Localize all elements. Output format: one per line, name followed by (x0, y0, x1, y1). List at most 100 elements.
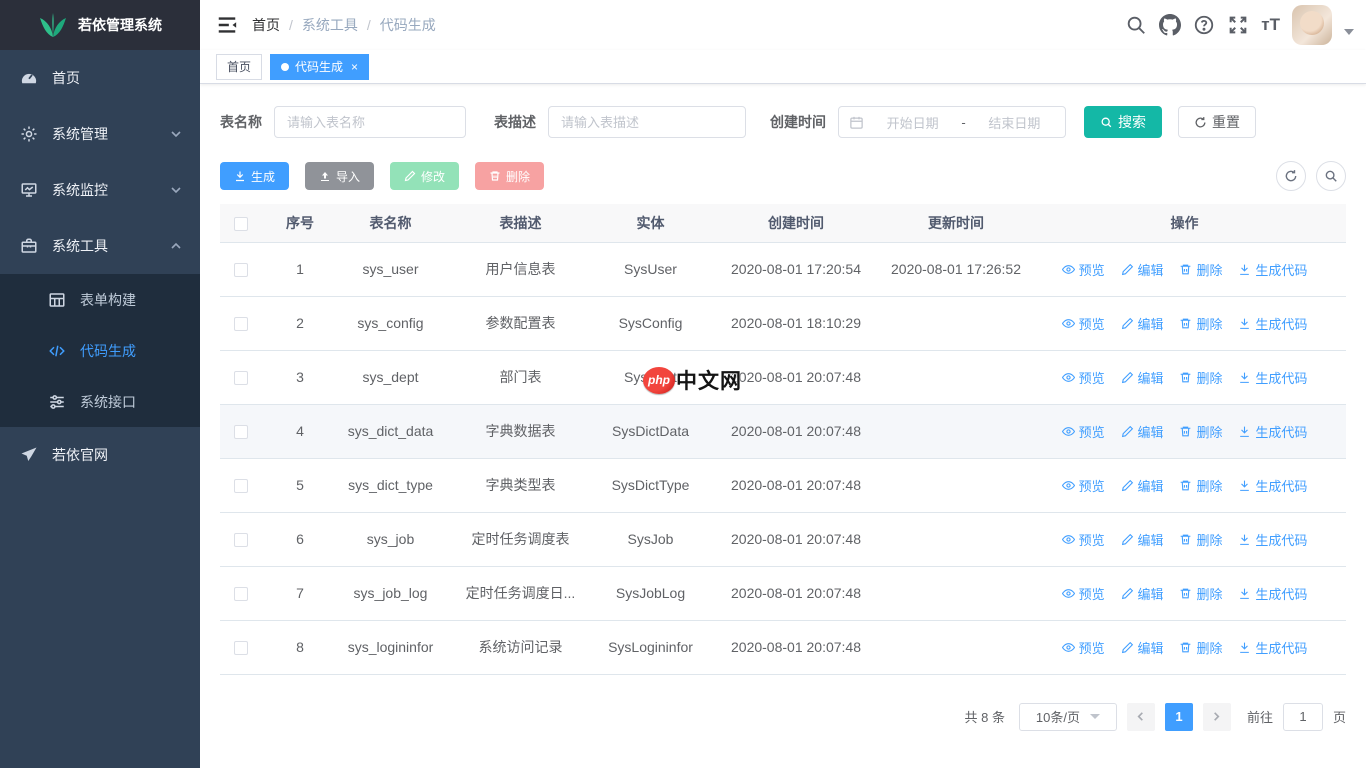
generate-button[interactable]: 生成 (220, 162, 290, 190)
edit-link[interactable]: 编辑 (1121, 476, 1164, 495)
gencode-link[interactable]: 生成代码 (1238, 638, 1307, 657)
question-icon[interactable] (1193, 14, 1215, 36)
table-row: 8 sys_logininfor 系统访问记录 SysLogininfor 20… (220, 620, 1346, 675)
cell-entity: SysJobLog (598, 566, 703, 621)
preview-link[interactable]: 预览 (1061, 584, 1105, 603)
table-name-input[interactable] (274, 106, 466, 138)
page-number-button[interactable]: 1 (1164, 702, 1193, 731)
sidebar-item-system-monitor[interactable]: 系统监控 (0, 162, 200, 218)
refresh-icon[interactable] (1276, 161, 1306, 191)
gencode-link[interactable]: 生成代码 (1238, 476, 1307, 495)
row-checkbox[interactable] (234, 425, 248, 440)
row-checkbox[interactable] (234, 317, 248, 332)
fullscreen-icon[interactable] (1227, 14, 1249, 36)
gencode-link[interactable]: 生成代码 (1238, 584, 1307, 603)
delete-link[interactable]: 删除 (1179, 638, 1222, 657)
prev-page-button[interactable] (1126, 702, 1155, 731)
goto-page-input[interactable] (1282, 702, 1323, 731)
cell-index: 7 (262, 566, 338, 621)
delete-link[interactable]: 删除 (1179, 530, 1222, 549)
preview-link[interactable]: 预览 (1061, 260, 1105, 279)
cell-comment: 用户信息表 (443, 242, 598, 297)
edit-link[interactable]: 编辑 (1121, 638, 1164, 657)
sidebar-item-form-builder[interactable]: 表单构建 (0, 274, 200, 325)
gencode-link[interactable]: 生成代码 (1238, 260, 1307, 279)
preview-link[interactable]: 预览 (1061, 368, 1105, 387)
import-button[interactable]: 导入 (305, 162, 375, 190)
sidebar-item-code-generate[interactable]: 代码生成 (0, 325, 200, 376)
cell-create-time: 2020-08-01 17:20:54 (703, 242, 889, 297)
delete-link[interactable]: 删除 (1179, 422, 1222, 441)
row-checkbox[interactable] (234, 263, 248, 278)
tab-home[interactable]: 首页 (216, 53, 263, 80)
edit-link[interactable]: 编辑 (1121, 422, 1164, 441)
page-size-select[interactable]: 10条/页 (1018, 702, 1117, 731)
avatar[interactable] (1292, 5, 1332, 45)
breadcrumb-home[interactable]: 首页 (252, 15, 280, 35)
tab-code-generate[interactable]: 代码生成 × (270, 53, 370, 80)
edit-link[interactable]: 编辑 (1121, 530, 1164, 549)
cell-name: sys_dict_type (338, 458, 443, 513)
row-checkbox[interactable] (234, 371, 248, 386)
col-entity: 实体 (598, 204, 703, 243)
end-date-placeholder[interactable]: 结束日期 (974, 113, 1055, 132)
cell-index: 5 (262, 458, 338, 513)
cell-index: 1 (262, 242, 338, 297)
delete-link[interactable]: 删除 (1179, 368, 1222, 387)
cell-create-time: 2020-08-01 20:07:48 (703, 350, 889, 405)
close-icon[interactable]: × (351, 61, 358, 73)
chevron-up-icon (170, 240, 182, 252)
gencode-link[interactable]: 生成代码 (1238, 368, 1307, 387)
sidebar-item-home[interactable]: 首页 (0, 50, 200, 106)
gencode-link[interactable]: 生成代码 (1238, 422, 1307, 441)
goto-label: 前往 (1246, 710, 1273, 725)
delete-link[interactable]: 删除 (1179, 314, 1222, 333)
preview-link[interactable]: 预览 (1061, 314, 1105, 333)
date-range-picker[interactable]: 开始日期 - 结束日期 (838, 106, 1066, 138)
next-page-button[interactable] (1202, 702, 1231, 731)
sidebar-item-system-tools[interactable]: 系统工具 (0, 218, 200, 274)
caret-down-icon[interactable] (1344, 29, 1354, 35)
preview-link[interactable]: 预览 (1061, 476, 1105, 495)
gencode-link[interactable]: 生成代码 (1238, 314, 1307, 333)
cell-index: 8 (262, 620, 338, 675)
edit-link[interactable]: 编辑 (1121, 368, 1164, 387)
column-search-icon[interactable] (1316, 161, 1346, 191)
preview-link[interactable]: 预览 (1061, 422, 1105, 441)
table-tool-icons (1276, 161, 1346, 191)
row-checkbox[interactable] (234, 587, 248, 602)
table-comment-input[interactable] (548, 106, 746, 138)
search-button[interactable]: 搜索 (1084, 106, 1162, 138)
preview-link[interactable]: 预览 (1061, 530, 1105, 549)
col-create-time: 创建时间 (703, 204, 889, 243)
active-dot-icon (281, 62, 290, 71)
row-checkbox[interactable] (234, 479, 248, 494)
edit-link[interactable]: 编辑 (1121, 260, 1164, 279)
row-checkbox[interactable] (234, 641, 248, 656)
search-icon[interactable] (1125, 14, 1147, 36)
sidebar-collapse-icon[interactable] (216, 14, 238, 36)
row-checkbox[interactable] (234, 533, 248, 548)
sidebar-item-system-manage[interactable]: 系统管理 (0, 106, 200, 162)
delete-link[interactable]: 删除 (1179, 584, 1222, 603)
table-row: 6 sys_job 定时任务调度表 SysJob 2020-08-01 20:0… (220, 512, 1346, 567)
delete-link[interactable]: 删除 (1179, 260, 1222, 279)
delete-button-disabled[interactable]: 删除 (475, 162, 545, 190)
preview-link[interactable]: 预览 (1061, 638, 1105, 657)
logo-bar[interactable]: 若依管理系统 (0, 0, 200, 50)
sidebar-item-system-api[interactable]: 系统接口 (0, 376, 200, 427)
delete-link[interactable]: 删除 (1179, 476, 1222, 495)
edit-button-disabled[interactable]: 修改 (390, 162, 460, 190)
select-all-checkbox[interactable] (234, 216, 248, 231)
app-title: 若依管理系统 (78, 17, 162, 33)
reset-button[interactable]: 重置 (1178, 106, 1256, 138)
edit-link[interactable]: 编辑 (1121, 584, 1164, 603)
edit-link[interactable]: 编辑 (1121, 314, 1164, 333)
cell-name: sys_config (338, 296, 443, 351)
start-date-placeholder[interactable]: 开始日期 (872, 113, 953, 132)
gencode-link[interactable]: 生成代码 (1238, 530, 1307, 549)
github-icon[interactable] (1159, 14, 1182, 36)
main-content: 表名称 表描述 创建时间 开始日期 - 结束日期 搜索 重置 (200, 84, 1366, 768)
sidebar-item-official-site[interactable]: 若依官网 (0, 427, 200, 483)
font-size-icon[interactable]: тT (1261, 14, 1280, 36)
